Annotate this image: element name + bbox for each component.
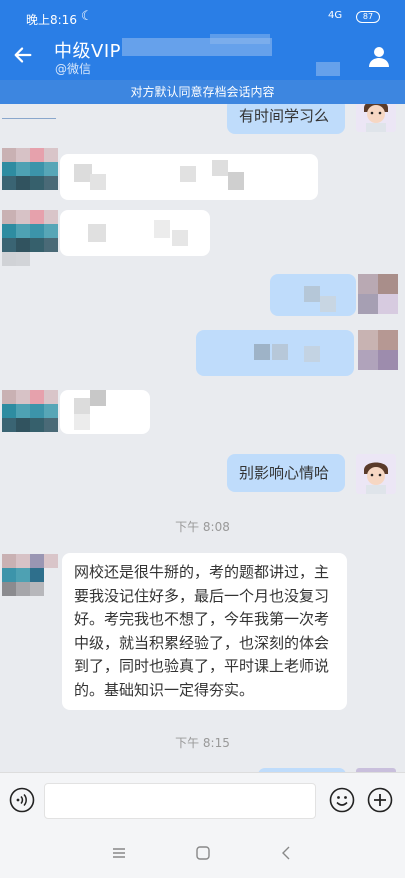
status-time: 晚上8:16 (26, 13, 77, 27)
timestamp: 下午 8:15 (175, 736, 230, 750)
chat-header: 中级VIP @微信 (0, 34, 405, 80)
message-bubble[interactable]: 有时间学习么 (227, 104, 345, 134)
message-text: 有时间学习么 (239, 107, 330, 125)
system-nav-bar (0, 828, 405, 878)
message-input[interactable] (44, 783, 316, 819)
chat-area[interactable]: 有时间学习么 别影响心情哈 下午 8:08 网校还是很牛掰的，考的题都讲过，主要… (0, 104, 405, 772)
contact-avatar[interactable] (2, 390, 58, 446)
my-avatar[interactable] (358, 330, 398, 370)
chat-subtitle: @微信 (55, 62, 92, 76)
my-avatar[interactable] (356, 104, 396, 132)
plus-icon[interactable] (367, 787, 393, 813)
back-icon[interactable] (279, 845, 295, 861)
message-text: 网校还是很牛掰的，考的题都讲过，主要我没记住好多，最后一个月也没复习好。考完我也… (74, 563, 330, 699)
back-arrow-icon[interactable] (12, 44, 34, 66)
message-bubble[interactable] (60, 390, 150, 434)
timestamp: 下午 8:08 (175, 520, 230, 534)
emoji-icon[interactable] (329, 787, 355, 813)
input-bar (0, 772, 405, 828)
home-icon[interactable] (195, 845, 211, 861)
voice-icon[interactable] (9, 787, 35, 813)
message-bubble[interactable] (270, 274, 356, 316)
message-bubble[interactable] (60, 154, 318, 200)
message-bubble[interactable] (60, 210, 210, 256)
battery-indicator: 87 (356, 11, 380, 23)
message-bubble[interactable]: 网校还是很牛掰的，考的题都讲过，主要我没记住好多，最后一个月也没复习好。考完我也… (62, 553, 347, 710)
blurred-name (316, 62, 340, 76)
contact-avatar[interactable] (2, 554, 58, 610)
my-avatar[interactable] (358, 274, 398, 314)
moon-icon: ☾ (81, 9, 93, 24)
divider (2, 118, 56, 119)
blurred-name (210, 34, 270, 44)
contact-avatar[interactable] (2, 148, 58, 204)
person-icon[interactable] (367, 44, 391, 68)
contact-avatar[interactable] (2, 210, 58, 266)
status-bar: 晚上8:16 ☾ 4G 87 (0, 0, 405, 34)
menu-icon[interactable] (111, 845, 127, 861)
network-indicator: 4G (328, 10, 343, 21)
message-bubble[interactable]: 别影响心情哈 (227, 454, 345, 492)
message-bubble[interactable] (196, 330, 354, 376)
archive-notice: 对方默认同意存档会话内容 (0, 80, 405, 104)
message-text: 别影响心情哈 (239, 464, 330, 482)
my-avatar[interactable] (356, 454, 396, 494)
